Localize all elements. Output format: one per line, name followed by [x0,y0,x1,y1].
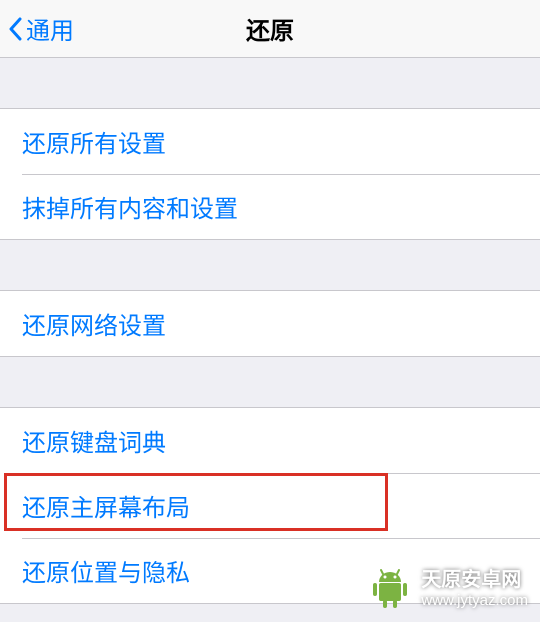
back-label: 通用 [26,11,74,46]
watermark-url: www.jytyaz.com [421,592,528,610]
erase-all-content[interactable]: 抹掉所有内容和设置 [0,174,540,239]
back-button[interactable]: 通用 [0,11,74,46]
reset-all-settings[interactable]: 还原所有设置 [0,109,540,174]
section-gap [0,58,540,108]
watermark-title: 天原安卓网 [421,568,528,592]
section-gap [0,357,540,407]
row-label: 还原所有设置 [22,124,166,159]
nav-header: 通用 还原 [0,0,540,58]
row-label: 还原键盘词典 [22,423,166,458]
section-gap [0,240,540,290]
reset-keyboard-dictionary[interactable]: 还原键盘词典 [0,408,540,473]
page-title: 还原 [246,11,294,46]
row-label: 还原主屏幕布局 [22,488,190,523]
watermark-text: 天原安卓网 www.jytyaz.com [421,568,528,610]
chevron-left-icon [8,17,22,41]
watermark: 天原安卓网 www.jytyaz.com [369,568,528,610]
section-2: 还原网络设置 [0,290,540,357]
reset-home-screen-layout[interactable]: 还原主屏幕布局 [0,473,540,538]
section-1: 还原所有设置 抹掉所有内容和设置 [0,108,540,240]
android-logo-icon [369,568,411,610]
row-label: 还原位置与隐私 [22,553,190,588]
row-label: 抹掉所有内容和设置 [22,189,238,224]
reset-network-settings[interactable]: 还原网络设置 [0,291,540,356]
row-label: 还原网络设置 [22,306,166,341]
